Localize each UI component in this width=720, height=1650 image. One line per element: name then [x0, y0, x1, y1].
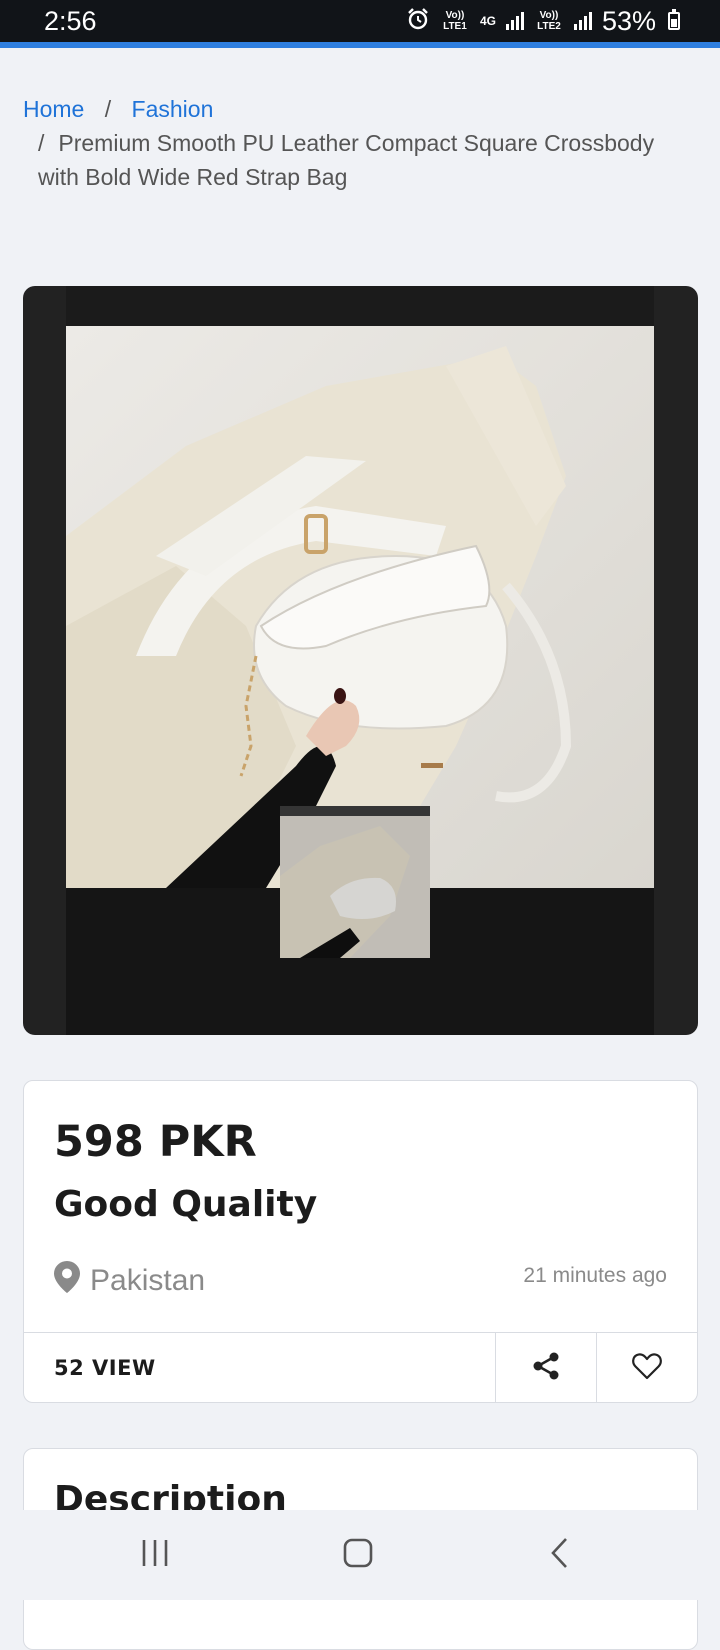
network-type: 4G — [479, 13, 496, 28]
view-count: 52 VIEW — [54, 1356, 156, 1380]
breadcrumb-current-cont: with Bold Wide Red Strap Bag — [38, 164, 348, 190]
listing-actions: 52 VIEW — [24, 1332, 697, 1403]
share-button[interactable] — [495, 1333, 596, 1403]
listing-title: Good Quality — [54, 1184, 318, 1225]
listing-location: Pakistan — [54, 1261, 205, 1301]
heart-icon — [632, 1352, 662, 1384]
sim1-label: Vo)) LTE1 — [443, 10, 467, 32]
product-image[interactable] — [66, 326, 654, 888]
map-pin-icon — [54, 1261, 80, 1301]
location-text: Pakistan — [90, 1264, 206, 1297]
recent-apps-button[interactable] — [110, 1510, 200, 1600]
status-icons: Vo)) LTE1 4G Vo)) LTE2 53% — [406, 4, 680, 38]
gallery-thumbnail[interactable] — [280, 806, 430, 958]
breadcrumb: Home / Fashion / Premium Smooth PU Leathe… — [23, 92, 703, 194]
home-button[interactable] — [313, 1510, 403, 1600]
back-button[interactable] — [515, 1510, 605, 1600]
breadcrumb-home-link[interactable]: Home — [23, 96, 84, 122]
listing-info-card: 598 PKR Good Quality Pakistan 21 minutes… — [23, 1080, 698, 1403]
signal-icon — [573, 12, 592, 30]
share-icon — [531, 1351, 561, 1385]
recent-apps-icon — [140, 1538, 170, 1572]
home-icon — [342, 1537, 374, 1573]
favorite-button[interactable] — [596, 1333, 697, 1403]
alarm-icon — [406, 7, 430, 36]
battery-icon — [668, 9, 680, 30]
listing-price: 598 PKR — [54, 1117, 257, 1167]
back-icon — [548, 1537, 572, 1573]
sim2-label: Vo)) LTE2 — [537, 10, 561, 32]
status-bar: 2:56 Vo)) LTE1 4G Vo)) LTE2 53% — [0, 0, 720, 42]
signal-icon — [505, 12, 524, 30]
page-progress-bar — [0, 42, 720, 48]
posted-time: 21 minutes ago — [523, 1264, 667, 1287]
breadcrumb-category-link[interactable]: Fashion — [132, 96, 214, 122]
battery-percent: 53% — [601, 5, 656, 36]
product-gallery[interactable] — [23, 286, 698, 1035]
breadcrumb-current: Premium Smooth PU Leather Compact Square… — [58, 130, 655, 156]
breadcrumb-separator: / — [38, 130, 45, 156]
breadcrumb-separator: / — [104, 96, 112, 122]
status-time: 2:56 — [44, 6, 97, 36]
system-nav-bar — [0, 1510, 720, 1600]
